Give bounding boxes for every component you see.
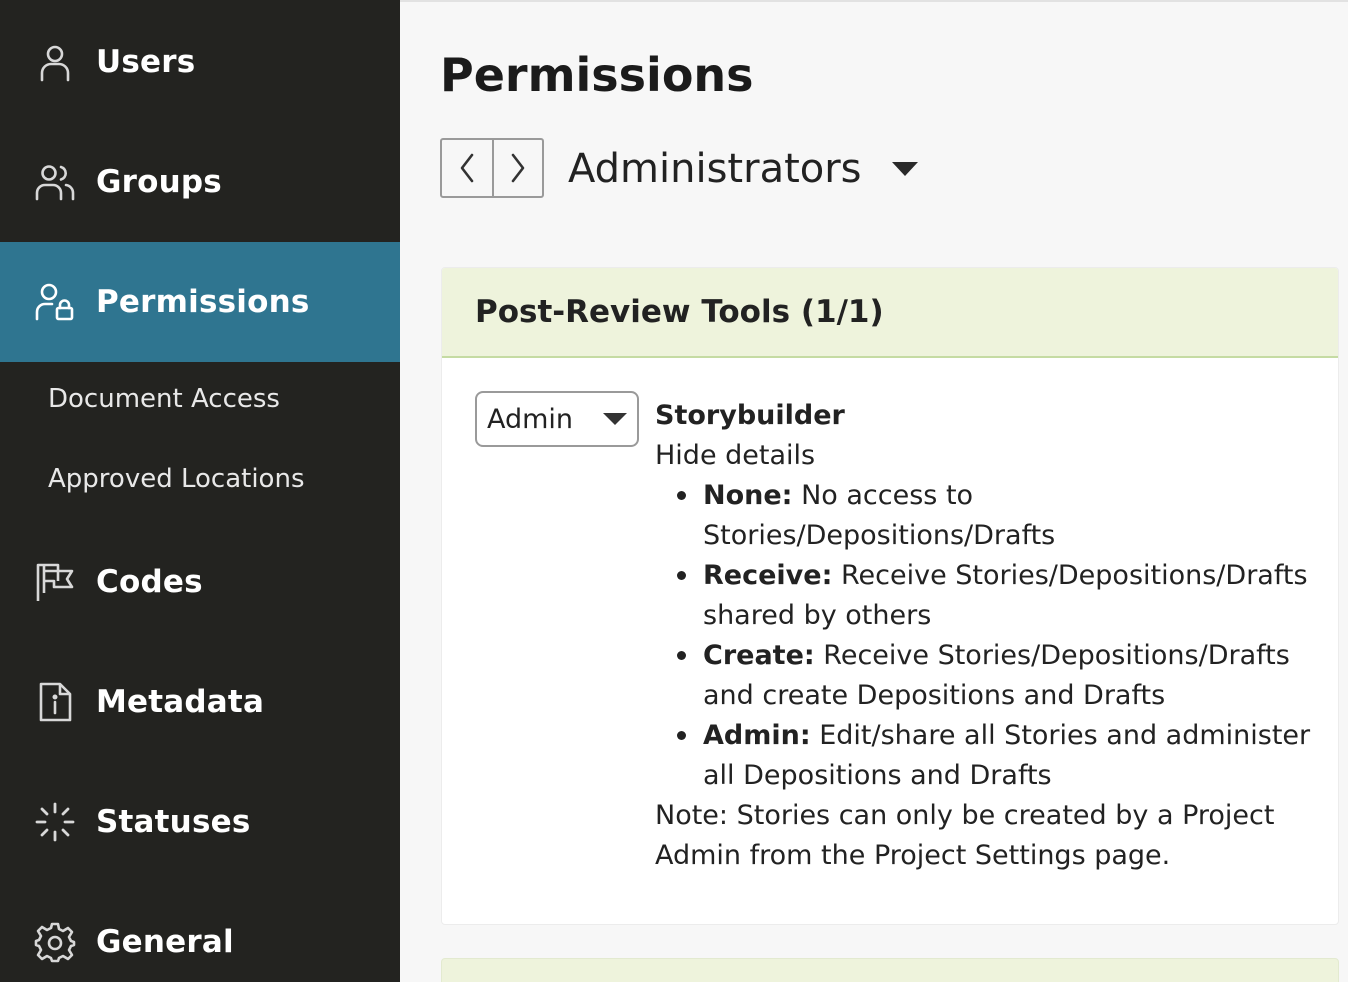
sidebar-item-label: Groups — [96, 164, 222, 200]
sidebar-item-label: Codes — [96, 564, 203, 600]
sidebar-item-label: Metadata — [96, 684, 265, 720]
user-lock-icon — [34, 280, 78, 324]
page-title: Permissions — [440, 48, 754, 102]
group-pager — [440, 138, 544, 198]
sidebar-item-statuses[interactable]: Statuses — [0, 762, 400, 882]
role-select[interactable]: Admin — [475, 391, 639, 447]
sidebar-item-permissions[interactable]: Permissions — [0, 242, 400, 362]
hide-details-link[interactable]: Hide details — [655, 436, 1315, 476]
list-item: Receive: Receive Stories/Depositions/Dra… — [677, 556, 1315, 636]
user-icon — [34, 40, 78, 84]
file-info-icon — [34, 680, 78, 724]
list-item: Create: Receive Stories/Depositions/Draf… — [677, 636, 1315, 716]
role-select-value: Admin — [487, 403, 574, 435]
group-name: Administrators — [568, 146, 862, 192]
tool-description: Storybuilder Hide details None: No acces… — [655, 396, 1315, 876]
main-content: Permissions Administrators Post-Review T… — [400, 0, 1348, 982]
sidebar-item-groups[interactable]: Groups — [0, 122, 400, 242]
sidebar-item-label: Permissions — [96, 284, 310, 320]
list-item: None: No access to Stories/Depositions/D… — [677, 476, 1315, 556]
previous-group-button[interactable] — [442, 140, 492, 196]
panel-header[interactable]: Post-Review Tools (1/1) — [442, 268, 1338, 358]
sidebar-subitem-approved-locations[interactable]: Approved Locations — [48, 464, 304, 494]
caret-down-icon — [891, 162, 918, 176]
gear-icon — [34, 920, 78, 964]
caret-down-icon — [603, 413, 627, 425]
loader-icon — [34, 800, 78, 844]
users-icon — [34, 160, 78, 204]
level-name: Create: — [703, 640, 815, 671]
list-item: Admin: Edit/share all Stories and admini… — [677, 716, 1315, 796]
sidebar-item-label: Statuses — [96, 804, 251, 840]
tool-note: Note: Stories can only be created by a P… — [655, 800, 1275, 871]
sidebar: Users Groups Permissions Document Access… — [0, 0, 400, 982]
flag-icon — [34, 560, 78, 604]
level-name: Receive: — [703, 560, 833, 591]
sidebar-item-label: Users — [96, 44, 196, 80]
level-name: None: — [703, 480, 793, 511]
panel-title: Post-Review Tools (1/1) — [475, 294, 884, 330]
sidebar-item-metadata[interactable]: Metadata — [0, 642, 400, 762]
sidebar-subitem-document-access[interactable]: Document Access — [48, 384, 280, 414]
sidebar-item-users[interactable]: Users — [0, 2, 400, 122]
level-name: Admin: — [703, 720, 811, 751]
group-dropdown[interactable]: Administrators — [568, 142, 918, 196]
sidebar-item-codes[interactable]: Codes — [0, 522, 400, 642]
next-group-button[interactable] — [492, 140, 542, 196]
chevron-left-icon — [460, 153, 474, 183]
next-panel-header[interactable] — [441, 958, 1339, 982]
sidebar-item-general[interactable]: General — [0, 882, 400, 982]
permission-panel: Post-Review Tools (1/1) Admin Storybuild… — [441, 267, 1339, 925]
sidebar-item-label: General — [96, 924, 234, 960]
tool-name: Storybuilder — [655, 400, 845, 431]
permission-levels-list: None: No access to Stories/Depositions/D… — [677, 476, 1315, 796]
chevron-right-icon — [511, 153, 525, 183]
